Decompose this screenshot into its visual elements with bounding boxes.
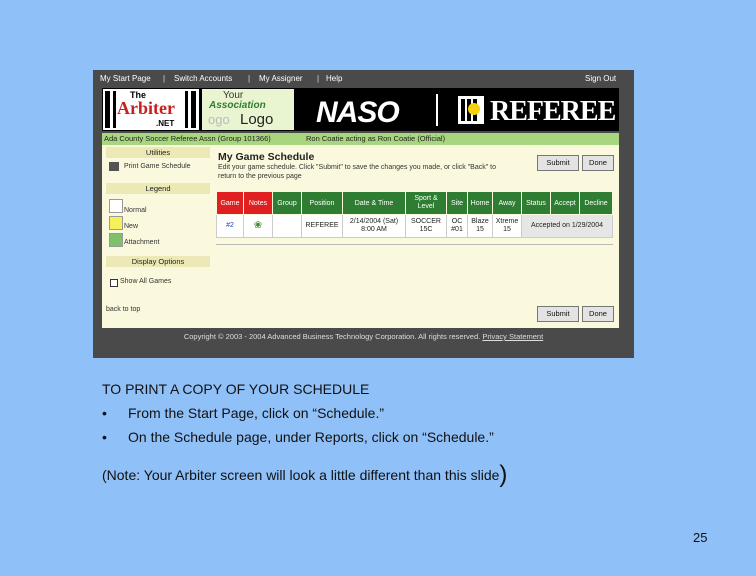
slide-note-close: ): [499, 461, 508, 488]
col-decline: Decline: [579, 191, 613, 215]
legend-swatch-new: [109, 216, 123, 230]
bullet-text-1: From the Start Page, click on “Schedule.…: [128, 405, 384, 421]
account-group: Ada County Soccer Referee Assn (Group 10…: [104, 134, 271, 143]
done-button-bottom[interactable]: Done: [582, 306, 614, 322]
time-line: 8:00 AM: [361, 226, 387, 233]
legend-swatch-normal: [109, 199, 123, 213]
slide-heading: TO PRINT A COPY OF YOUR SCHEDULE: [102, 381, 370, 397]
col-accept: Accept: [550, 191, 580, 215]
assoc-logo-logo: Logo: [240, 111, 274, 128]
screenshot-frame: My Start Page | Switch Accounts | My Ass…: [93, 70, 634, 358]
col-position: Position: [301, 191, 343, 215]
done-button-top[interactable]: Done: [582, 155, 614, 171]
submit-button-bottom[interactable]: Submit: [537, 306, 579, 322]
legend-label-normal: Normal: [124, 207, 147, 214]
slide-note: (Note: Your Arbiter screen will look a l…: [102, 461, 507, 489]
nav-my-assigner[interactable]: My Assigner: [259, 70, 303, 87]
col-away: Away: [492, 191, 522, 215]
col-site: Site: [446, 191, 468, 215]
footer-copyright: Copyright © 2003 - 2004 Advanced Busines…: [183, 332, 481, 341]
table-header-row: Game Notes Group Position Date & Time Sp…: [216, 191, 613, 215]
table-row[interactable]: #2 ❀ REFEREE 2/14/2004 (Sat) 8:00 AM SOCC…: [216, 214, 613, 238]
print-icon[interactable]: [109, 162, 119, 171]
submit-button-top[interactable]: Submit: [537, 155, 579, 171]
home-line1: Blaze: [471, 218, 489, 225]
away-line1: Xtreme: [495, 218, 519, 225]
bullet-text-2: On the Schedule page, under Reports, cli…: [128, 429, 494, 445]
cell-site: OC #01: [446, 214, 468, 238]
cell-group: [272, 214, 302, 238]
banner: The Arbiter .NET Your Association ogo Lo…: [102, 88, 619, 131]
show-all-games-label: Show All Games: [120, 278, 172, 285]
top-nav: My Start Page | Switch Accounts | My Ass…: [93, 70, 634, 87]
col-home: Home: [467, 191, 493, 215]
nav-help[interactable]: Help: [326, 70, 342, 87]
back-to-top-link[interactable]: back to top: [106, 306, 140, 313]
col-date-time: Date & Time: [342, 191, 406, 215]
cell-date-time: 2/14/2004 (Sat) 8:00 AM: [342, 214, 406, 238]
assoc-logo-ghost: ogo: [208, 112, 230, 127]
page-number: 25: [693, 530, 708, 545]
page-title: My Game Schedule: [218, 151, 315, 163]
slide-note-text: (Note: Your Arbiter screen will look a l…: [102, 467, 500, 483]
referee-logo: REFEREE: [490, 96, 616, 127]
cell-game[interactable]: #2: [216, 214, 244, 238]
main-content: Utilities Print Game Schedule Legend Nor…: [102, 145, 619, 328]
association-logo: Your Association ogo Logo: [202, 89, 294, 130]
legend-heading: Legend: [106, 183, 210, 194]
logo-divider: [436, 94, 438, 126]
col-group: Group: [272, 191, 302, 215]
arbiter-logo: The Arbiter .NET: [103, 89, 199, 130]
show-all-games-checkbox[interactable]: [110, 279, 118, 287]
utilities-heading: Utilities: [106, 147, 210, 158]
table-bottom-rule: [216, 244, 613, 245]
display-options-heading: Display Options: [106, 256, 210, 267]
sport-line: SOCCER: [411, 218, 441, 225]
naso-logo: NASO: [316, 96, 400, 129]
cell-sport-level: SOCCER 15C: [405, 214, 447, 238]
privacy-link[interactable]: Privacy Statement: [482, 332, 543, 341]
legend-label-new: New: [124, 223, 139, 230]
col-game: Game: [216, 191, 244, 215]
cell-position: REFEREE: [301, 214, 343, 238]
date-line: 2/14/2004 (Sat): [349, 218, 399, 225]
footer: Copyright © 2003 - 2004 Advanced Busines…: [93, 332, 634, 341]
cell-status: Accepted on 1/29/2004: [521, 214, 613, 238]
referee-badge-art: [461, 99, 480, 121]
account-user: Ron Coatie acting as Ron Coatie (Officia…: [306, 134, 446, 143]
referee-badge-icon: [458, 96, 484, 124]
nav-sign-out[interactable]: Sign Out: [585, 70, 616, 87]
home-line2: 15: [476, 226, 484, 233]
arbiter-logo-name: Arbiter: [117, 98, 175, 118]
col-notes: Notes: [243, 191, 273, 215]
account-bar: Ada County Soccer Referee Assn (Group 10…: [102, 133, 619, 145]
print-game-schedule-link[interactable]: Print Game Schedule: [124, 163, 191, 170]
nav-separator: |: [163, 74, 166, 83]
site-line1: OC: [451, 218, 463, 225]
col-status: Status: [521, 191, 551, 215]
leaf-icon[interactable]: ❀: [254, 220, 262, 231]
schedule-table: Game Notes Group Position Date & Time Sp…: [216, 191, 613, 238]
cell-away: Xtreme 15: [492, 214, 522, 238]
nav-separator: |: [317, 74, 320, 83]
legend-label-attachment: Attachment: [124, 239, 160, 246]
arbiter-logo-net: .NET: [156, 119, 175, 128]
site-line2: #01: [451, 226, 463, 233]
level-line: 15C: [419, 226, 433, 233]
cell-notes[interactable]: ❀: [243, 214, 273, 238]
assoc-logo-association: Association: [209, 100, 266, 111]
away-line2: 15: [503, 226, 511, 233]
bullet-marker: •: [102, 429, 107, 445]
legend-swatch-attachment: [109, 233, 123, 247]
nav-switch-accounts[interactable]: Switch Accounts: [174, 70, 232, 87]
bullet-marker: •: [102, 405, 107, 421]
nav-separator: |: [248, 74, 251, 83]
nav-my-start-page[interactable]: My Start Page: [100, 70, 151, 87]
col-sport-level: Sport & Level: [405, 191, 447, 215]
cell-home: Blaze 15: [467, 214, 493, 238]
page-instructions: Edit your game schedule. Click "Submit" …: [218, 164, 497, 180]
